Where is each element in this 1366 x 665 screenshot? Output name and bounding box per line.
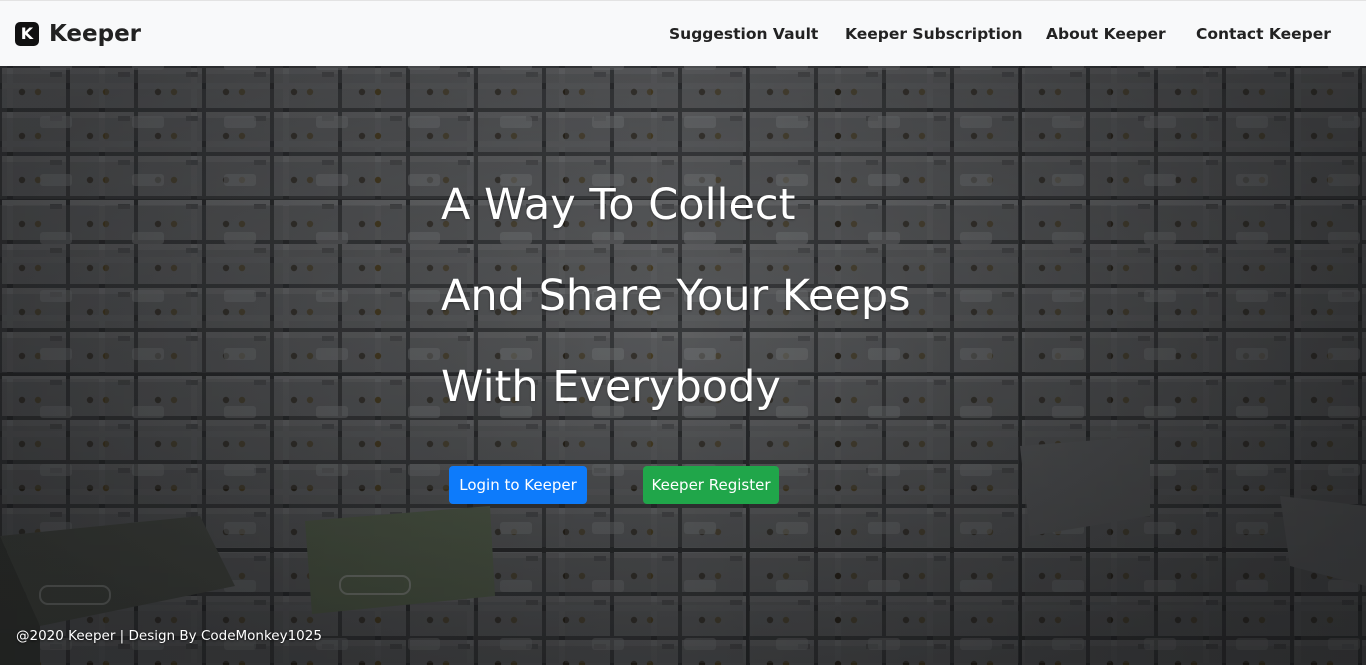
top-navbar: K Keeper Suggestion Vault Keeper Subscri…	[0, 0, 1366, 66]
nav-about-keeper[interactable]: About Keeper	[1046, 25, 1166, 43]
brand-name: Keeper	[49, 20, 142, 47]
logo-letter: K	[20, 23, 34, 43]
hero-title-line-2: And Share Your Keeps	[441, 271, 911, 321]
hero-section: A Way To Collect And Share Your Keeps Wi…	[0, 66, 1366, 665]
nav-keeper-subscription[interactable]: Keeper Subscription	[845, 25, 1023, 43]
hero-title-line-1: A Way To Collect	[441, 180, 796, 230]
login-button[interactable]: Login to Keeper	[449, 466, 587, 504]
nav-suggestion-vault[interactable]: Suggestion Vault	[669, 25, 818, 43]
footer-credit: @2020 Keeper | Design By CodeMonkey1025	[16, 628, 322, 644]
keeper-logo-icon: K	[15, 21, 39, 46]
register-button[interactable]: Keeper Register	[643, 466, 779, 504]
brand-link[interactable]: K Keeper	[15, 21, 141, 47]
nav-contact-keeper[interactable]: Contact Keeper	[1196, 25, 1331, 43]
hero-title-line-3: With Everybody	[441, 362, 781, 412]
